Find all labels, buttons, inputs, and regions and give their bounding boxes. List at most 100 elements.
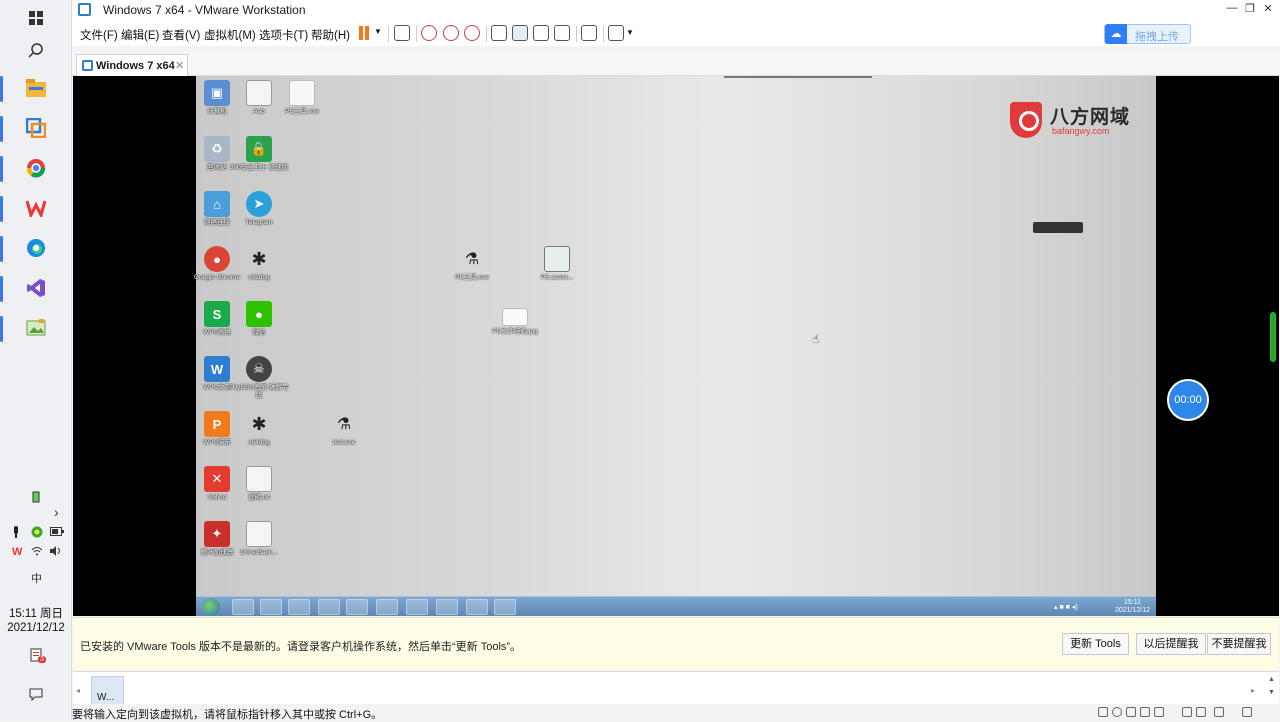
app-tray-icon[interactable] <box>31 526 43 541</box>
file-explorer-icon[interactable] <box>24 76 48 100</box>
floating-mini-toolbar[interactable] <box>1033 222 1083 233</box>
host-taskbar: › W 中 15:11 周日 2021/12/12 3 <box>0 0 72 720</box>
battery-icon[interactable] <box>31 491 41 506</box>
message-status-icon[interactable] <box>1214 707 1224 717</box>
wps-tray-icon[interactable]: W <box>12 546 22 558</box>
guest-task-app4-icon[interactable] <box>436 599 458 615</box>
menu-help[interactable]: 帮助(H) <box>311 27 350 43</box>
minimize-button[interactable]: — <box>1222 2 1242 18</box>
image-editor-icon[interactable] <box>24 316 48 340</box>
desktop-icon-x32dbg[interactable]: ✱ x32dbg <box>229 246 289 282</box>
search-icon[interactable] <box>24 38 48 62</box>
usb-status-icon[interactable] <box>1140 707 1150 717</box>
sound-status-icon[interactable] <box>1154 707 1164 717</box>
tab-windows7[interactable]: Windows 7 x64 ✕ <box>76 54 188 76</box>
library-view-icon[interactable] <box>491 25 507 41</box>
notification-icon[interactable]: 3 <box>30 648 46 667</box>
menu-tabs[interactable]: 选项卡(T) <box>259 27 308 43</box>
chevron-right-icon[interactable]: › <box>54 504 59 520</box>
notification-badge: 3 <box>38 656 46 663</box>
scroll-right-icon[interactable]: ▸ <box>1251 686 1255 695</box>
resize-grip-icon[interactable] <box>1262 707 1272 717</box>
desktop-icon-pe-exe[interactable]: ⚗ PE工具.exe <box>442 246 502 282</box>
guest-task-media-icon[interactable] <box>288 599 310 615</box>
guest-task-chrome-icon[interactable] <box>318 599 340 615</box>
pause-icon[interactable] <box>359 26 371 40</box>
guest-task-explorer-icon[interactable] <box>260 599 282 615</box>
wps-icon[interactable] <box>24 196 48 220</box>
vmware-icon[interactable] <box>24 116 48 140</box>
vm-thumbnail[interactable]: W... <box>91 676 124 705</box>
send-ctrl-alt-del-icon[interactable] <box>394 25 410 41</box>
desktop-icon-wechat[interactable]: ● 微信 <box>229 301 289 337</box>
upload-button[interactable]: ☁ 拖拽上传 <box>1104 24 1191 44</box>
remind-later-button[interactable]: 以后提醒我 <box>1136 633 1206 655</box>
dont-remind-button[interactable]: 不要提醒我 <box>1207 633 1271 655</box>
vm-display[interactable]: ▣ 计算机 ♻ 回收站 ⌂ 网络连接 ● Google Chrome S WPS表格 WW… <box>73 76 1279 616</box>
recording-timer[interactable]: 00:00 <box>1167 379 1209 421</box>
console-view-icon[interactable] <box>581 25 597 41</box>
battery-status-icon[interactable] <box>50 527 64 540</box>
guest-clock[interactable]: 15:11 2021/12/12 <box>1115 599 1150 615</box>
unity-icon[interactable] <box>554 25 570 41</box>
snapshot-icon[interactable] <box>421 25 437 41</box>
microphone-icon[interactable] <box>12 526 20 541</box>
fullscreen-toolbar-handle[interactable] <box>724 76 872 78</box>
ime-indicator[interactable]: 中 <box>31 570 42 586</box>
desktop-icon-pe-assist[interactable]: PE.assist... <box>527 246 587 282</box>
menu-file[interactable]: 文件(F) <box>80 27 118 43</box>
chrome-icon[interactable] <box>24 156 48 180</box>
printer-status-icon[interactable] <box>1182 707 1192 717</box>
guest-task-app5-icon[interactable] <box>466 599 488 615</box>
guest-task-app3-icon[interactable] <box>406 599 428 615</box>
desktop-icon-text-file[interactable]: 说明.txt <box>229 466 289 502</box>
stretch-view-icon[interactable] <box>608 25 624 41</box>
fullscreen-status-icon[interactable] <box>1242 707 1252 717</box>
pause-dropdown-icon[interactable]: ▼ <box>374 27 382 36</box>
display-status-icon[interactable] <box>1196 707 1206 717</box>
cd-status-icon[interactable] <box>1112 707 1122 717</box>
start-icon[interactable] <box>24 6 48 30</box>
snapshot-manager-icon[interactable] <box>464 25 480 41</box>
desktop-icon-x64dbg[interactable]: ✱ x64dbg <box>229 411 289 447</box>
guest-task-app6-icon[interactable] <box>494 599 516 615</box>
guest-desktop[interactable]: ▣ 计算机 ♻ 回收站 ⌂ 网络连接 ● Google Chrome S WPS表格 WW… <box>194 76 1156 616</box>
restore-button[interactable]: ❐ <box>1240 2 1260 18</box>
volume-icon[interactable] <box>50 546 62 559</box>
scroll-handle[interactable] <box>1270 312 1276 362</box>
desktop-icon-pe-jpg[interactable]: PE文件结构.jpg <box>485 308 545 336</box>
guest-task-ie-icon[interactable] <box>232 599 254 615</box>
guest-start-icon[interactable] <box>202 598 220 616</box>
revert-snapshot-icon[interactable] <box>443 25 459 41</box>
guest-tray-icons[interactable]: ▴ ■ ■ ◂) <box>1054 603 1094 611</box>
desktop-icon-test-exe[interactable]: ⚗ test.exe <box>314 411 374 447</box>
desktop-icon-driverback[interactable]: DriverBack... <box>229 521 289 557</box>
fullscreen-icon[interactable] <box>533 25 549 41</box>
desktop-icon-360[interactable]: 🔒 360安全卫士 极速版 <box>229 136 289 172</box>
collapse-up-icon[interactable]: ▲ <box>1268 676 1275 683</box>
bafang-logo: 八方网域 bafangwy.com <box>1010 100 1140 142</box>
menu-edit[interactable]: 编辑(E) <box>121 27 159 43</box>
edge-icon[interactable] <box>24 236 48 260</box>
desktop-icon-ollydbg[interactable]: ☠ OllyDBG吾爱 破解专版 <box>229 356 289 400</box>
guest-task-app2-icon[interactable] <box>376 599 398 615</box>
tab-close-icon[interactable]: ✕ <box>175 59 184 72</box>
network-status-icon[interactable] <box>1126 707 1136 717</box>
menu-view[interactable]: 查看(V) <box>162 27 200 43</box>
close-button[interactable]: ✕ <box>1258 2 1278 18</box>
scroll-left-icon[interactable]: ◂ <box>76 686 80 695</box>
collapse-down-icon[interactable]: ▼ <box>1268 689 1275 696</box>
wifi-icon[interactable] <box>31 546 43 559</box>
update-tools-button[interactable]: 更新 Tools <box>1062 633 1129 655</box>
guest-task-app1-icon[interactable] <box>346 599 368 615</box>
visual-studio-icon[interactable] <box>24 276 48 300</box>
hdd-status-icon[interactable] <box>1098 707 1108 717</box>
stretch-dropdown-icon[interactable]: ▼ <box>626 28 634 37</box>
menu-vm[interactable]: 虚拟机(M) <box>204 27 256 43</box>
desktop-icon-pe-tool[interactable]: PE工具.exe <box>272 80 332 116</box>
desktop-icon-telegram[interactable]: ➤ Telegram <box>229 191 289 227</box>
host-clock[interactable]: 15:11 周日 2021/12/12 <box>0 607 72 635</box>
normal-view-icon[interactable] <box>512 25 528 41</box>
action-center-icon[interactable] <box>29 688 43 704</box>
vmware-app-icon <box>78 3 91 16</box>
